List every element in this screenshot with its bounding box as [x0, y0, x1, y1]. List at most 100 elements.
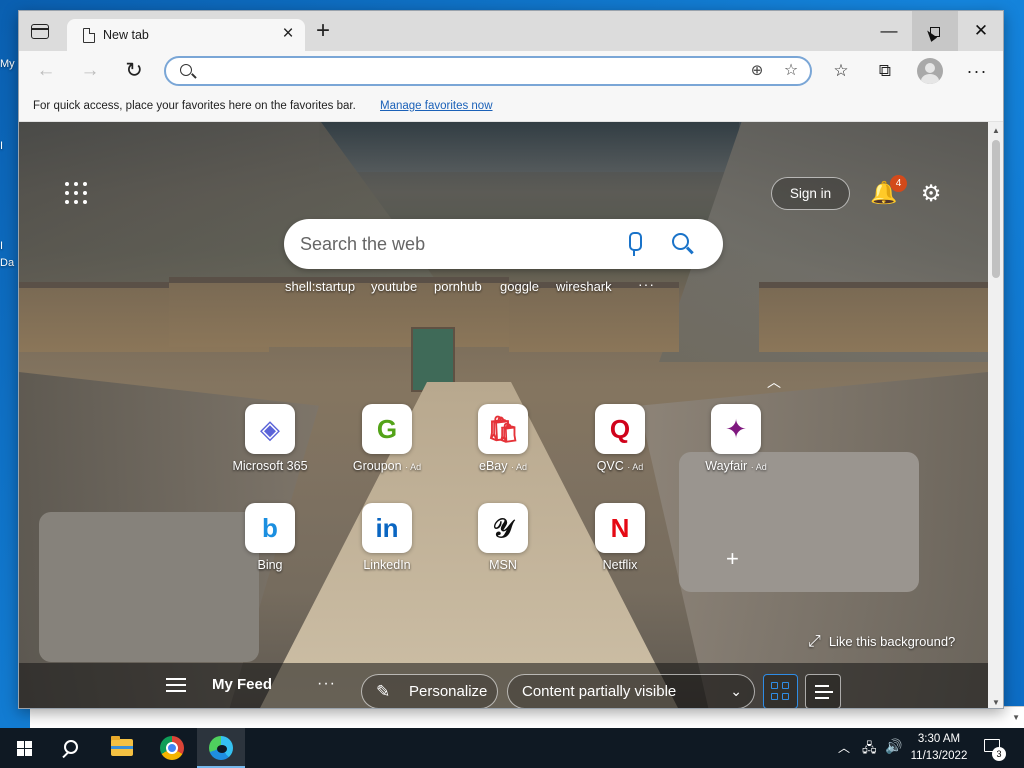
- quick-link-wayfair[interactable]: ✦ Wayfair · Ad: [681, 404, 791, 494]
- refresh-button[interactable]: ↻: [121, 59, 147, 83]
- page-scrollbar[interactable]: ▲ ▼: [988, 122, 1003, 708]
- quick-search-more-button[interactable]: ···: [638, 276, 655, 292]
- netflix-icon: N: [595, 503, 645, 553]
- quick-search-item[interactable]: pornhub: [434, 279, 482, 297]
- hamburger-menu-icon[interactable]: [166, 677, 186, 693]
- tab-title: New tab: [103, 28, 149, 42]
- like-background-button[interactable]: ⤢ Like this background?: [808, 633, 955, 653]
- background-window: ▼: [30, 706, 1024, 728]
- desktop-icon-label[interactable]: I: [0, 140, 3, 152]
- personalize-label: Personalize: [409, 683, 488, 700]
- clock-date: 11/13/2022: [910, 750, 968, 762]
- address-bar[interactable]: ⊕ ☆: [164, 56, 812, 86]
- feed-title[interactable]: My Feed: [212, 676, 272, 693]
- pencil-icon: ✎: [376, 682, 391, 701]
- quick-link-netflix[interactable]: N Netflix: [565, 503, 675, 593]
- scroll-down-arrow-icon[interactable]: ▼: [1012, 713, 1020, 722]
- quick-link-linkedin[interactable]: in LinkedIn: [332, 503, 442, 593]
- scrollbar-thumb[interactable]: [992, 140, 1000, 278]
- feed-more-button[interactable]: ···: [317, 675, 336, 693]
- quick-search-item[interactable]: youtube: [371, 279, 417, 297]
- list-layout-button[interactable]: [805, 674, 841, 708]
- gear-icon[interactable]: ⚙: [918, 179, 944, 207]
- minimize-button[interactable]: —: [866, 11, 912, 51]
- taskbar-search-icon[interactable]: [48, 728, 96, 768]
- quick-link-qvc[interactable]: Q QVC · Ad: [565, 404, 675, 494]
- content-visibility-label: Content partially visible: [522, 683, 677, 700]
- grid-layout-button[interactable]: [763, 674, 798, 708]
- quick-link-label: Groupon · Ad: [352, 459, 422, 473]
- quick-link-microsoft-365[interactable]: ◈ Microsoft 365: [215, 404, 325, 494]
- quick-search-item[interactable]: wireshark: [556, 279, 612, 297]
- bing-icon: b: [245, 503, 295, 553]
- scroll-up-arrow-icon[interactable]: ▲: [988, 124, 1003, 138]
- start-button[interactable]: [0, 728, 48, 768]
- quick-link-label: MSN: [489, 558, 517, 572]
- desktop-icon-label[interactable]: My: [0, 58, 15, 70]
- clock-time: 3:30 AM: [917, 733, 961, 745]
- linkedin-icon: in: [362, 503, 412, 553]
- quick-search-item[interactable]: goggle: [500, 279, 539, 297]
- background-sky: [319, 122, 739, 172]
- desktop-icon-label[interactable]: I: [0, 240, 3, 252]
- web-search-box: [284, 219, 723, 269]
- quick-search-item[interactable]: shell:startup: [285, 279, 355, 297]
- feed-bar: My Feed ··· ✎ Personalize Content partia…: [19, 663, 988, 708]
- quick-link-bing[interactable]: b Bing: [215, 503, 325, 593]
- quick-link-label: Bing: [257, 558, 283, 572]
- msn-icon: 𝒴: [478, 503, 528, 553]
- tray-overflow-chevron-icon[interactable]: ︿: [838, 739, 850, 756]
- sign-in-button[interactable]: Sign in: [771, 177, 850, 210]
- desktop-icon-label[interactable]: Da: [0, 257, 14, 269]
- personalize-button[interactable]: ✎ Personalize: [361, 674, 498, 708]
- favorites-button[interactable]: ☆: [827, 59, 855, 83]
- crosshair-cursor-icon: +: [726, 546, 739, 571]
- app-launcher-icon[interactable]: [65, 182, 87, 204]
- manage-favorites-link[interactable]: Manage favorites now: [380, 100, 493, 112]
- tab-new-tab[interactable]: New tab ×: [67, 19, 305, 52]
- add-favorite-icon[interactable]: ☆: [780, 60, 802, 82]
- taskbar: ︿ 🖧 🔊 3:30 AM 11/13/2022 3: [0, 728, 1024, 768]
- close-window-button[interactable]: ✕: [958, 11, 1003, 51]
- quick-link-msn[interactable]: 𝒴 MSN: [448, 503, 558, 593]
- browser-window: New tab × + — ✕ ← → ↻ ⊕ ☆ ☆ ⧉ ··· For qu…: [18, 10, 1004, 709]
- forward-button[interactable]: →: [77, 59, 103, 83]
- tab-actions-icon[interactable]: [31, 24, 49, 39]
- quick-link-ebay[interactable]: 🛍 eBay · Ad: [448, 404, 558, 494]
- title-bar: New tab × + — ✕: [19, 11, 1003, 52]
- quick-link-label: Netflix: [602, 558, 638, 572]
- page-icon: [83, 28, 95, 43]
- new-tab-page: Sign in 🔔 4 ⚙ shell:startup youtube porn…: [19, 122, 988, 708]
- web-search-input[interactable]: [300, 231, 590, 257]
- background-ruin: [759, 282, 988, 352]
- zoom-icon[interactable]: ⊕: [746, 60, 768, 82]
- collapse-chevron-icon[interactable]: ︿: [767, 372, 781, 392]
- action-center-button[interactable]: 3: [982, 737, 1006, 761]
- file-explorer-taskbar-button[interactable]: [98, 728, 146, 768]
- ebay-bag-icon: 🛍: [478, 404, 528, 454]
- quick-link-label: LinkedIn: [363, 558, 411, 572]
- scroll-down-arrow-icon[interactable]: ▼: [988, 696, 1003, 708]
- search-button[interactable]: [672, 233, 694, 255]
- volume-icon[interactable]: 🔊: [885, 738, 902, 755]
- qvc-icon: Q: [595, 404, 645, 454]
- search-icon: [180, 64, 192, 76]
- taskbar-clock[interactable]: 3:30 AM 11/13/2022: [908, 731, 970, 765]
- more-menu-button[interactable]: ···: [963, 59, 991, 83]
- new-tab-button[interactable]: +: [313, 19, 333, 43]
- edge-taskbar-button[interactable]: [197, 728, 245, 768]
- notification-count-badge: 3: [992, 747, 1006, 761]
- collections-button[interactable]: ⧉: [871, 59, 899, 83]
- quick-link-groupon[interactable]: G Groupon · Ad: [332, 404, 442, 494]
- network-icon[interactable]: 🖧: [862, 739, 877, 761]
- chrome-icon: [160, 736, 184, 760]
- profile-avatar[interactable]: [917, 58, 943, 84]
- microphone-icon[interactable]: [624, 232, 644, 256]
- address-input[interactable]: [206, 61, 726, 81]
- quick-link-label: Wayfair · Ad: [705, 459, 767, 473]
- chrome-taskbar-button[interactable]: [148, 728, 196, 768]
- favorites-bar-message: For quick access, place your favorites h…: [33, 100, 356, 112]
- content-visibility-dropdown[interactable]: Content partially visible ⌄: [507, 674, 755, 708]
- back-button[interactable]: ←: [33, 59, 59, 83]
- tab-close-button[interactable]: ×: [277, 23, 299, 45]
